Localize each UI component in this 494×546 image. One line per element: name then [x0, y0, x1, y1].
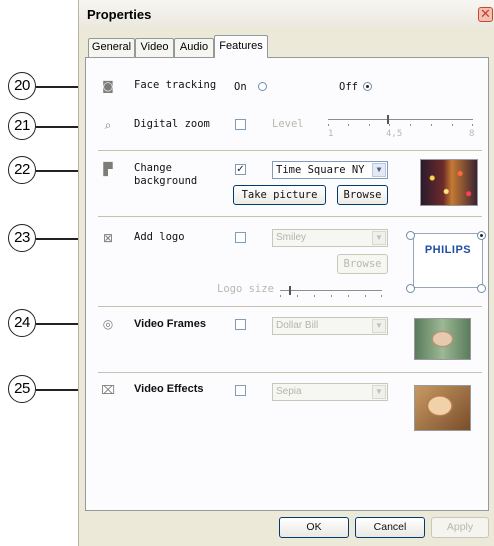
video-effects-label: Video Effects: [134, 383, 204, 395]
magnifier-icon: ⌕: [104, 118, 112, 132]
chevron-down-icon[interactable]: ▼: [372, 385, 386, 399]
divider: [98, 372, 482, 373]
logo-size-tick: [314, 295, 315, 297]
divider: [98, 216, 482, 217]
digital-zoom-label: Digital zoom: [134, 118, 210, 130]
video-frames-label: Video Frames: [134, 318, 206, 330]
logo-select[interactable]: Smiley ▼: [272, 229, 388, 247]
video-effects-preview-image: [414, 385, 471, 431]
logo-position-top-left[interactable]: [406, 231, 415, 240]
zoom-level-thumb[interactable]: [387, 115, 389, 124]
callout-20: 20: [8, 72, 36, 100]
logo-position-bottom-right[interactable]: [477, 284, 486, 293]
add-logo-checkbox[interactable]: [235, 232, 246, 243]
logo-position-bottom-left[interactable]: [406, 284, 415, 293]
logo-size-tick: [280, 295, 281, 297]
callout-24: 24: [8, 309, 36, 337]
properties-window: Properties ✕ General Video Audio Feature…: [78, 0, 494, 546]
logo-preview-text: PHILIPS: [424, 244, 472, 256]
divider: [98, 306, 482, 307]
video-frames-checkbox[interactable]: [235, 319, 246, 330]
background-select[interactable]: Time Square NY ▼: [272, 161, 388, 179]
video-effects-checkbox[interactable]: [235, 385, 246, 396]
zoom-tick: [452, 124, 453, 126]
face-tracking-label: Face tracking: [134, 79, 217, 91]
logo-size-thumb[interactable]: [289, 286, 291, 295]
divider: [98, 150, 482, 151]
zoom-tick: [369, 124, 370, 126]
zoom-tick: [472, 124, 473, 126]
features-panel: ◙ Face tracking On Off ⌕ Digital zoom Le…: [85, 57, 489, 511]
close-icon[interactable]: ✕: [478, 7, 493, 22]
logo-preview: PHILIPS: [413, 233, 483, 288]
zoom-tick: [431, 124, 432, 126]
background-browse-button[interactable]: Browse: [337, 185, 388, 205]
video-frames-select-value: Dollar Bill: [276, 320, 319, 331]
face-tracking-on-radio[interactable]: [258, 82, 267, 91]
logo-icon: ⊠: [102, 231, 114, 245]
window-title: Properties: [87, 7, 152, 22]
tab-audio[interactable]: Audio: [174, 38, 214, 57]
background-icon: ▛: [103, 162, 113, 176]
logo-size-tick: [365, 295, 366, 297]
zoom-tick: [348, 124, 349, 126]
apply-button[interactable]: Apply: [431, 517, 489, 538]
zoom-tick: [389, 124, 390, 126]
video-frames-preview-image: [414, 318, 471, 360]
logo-size-tick: [297, 295, 298, 297]
zoom-level-slider[interactable]: [328, 119, 473, 120]
ok-button[interactable]: OK: [279, 517, 349, 538]
change-background-checkbox[interactable]: ✓: [235, 164, 246, 175]
logo-browse-button[interactable]: Browse: [337, 254, 388, 274]
zoom-tick-max: 8: [469, 129, 475, 139]
callout-21: 21: [8, 112, 36, 140]
effects-icon: ⌧: [101, 383, 115, 397]
face-tracking-off-label: Off: [339, 81, 358, 93]
zoom-tick-mid: 4,5: [386, 129, 403, 139]
take-picture-button[interactable]: Take picture: [233, 185, 326, 205]
cancel-button[interactable]: Cancel: [355, 517, 425, 538]
logo-size-tick: [331, 295, 332, 297]
face-tracking-on-label: On: [234, 81, 247, 93]
change-background-label-1: Change: [134, 162, 172, 174]
logo-size-label: Logo size: [217, 283, 274, 295]
background-select-value: Time Square NY: [276, 164, 365, 176]
digital-zoom-checkbox[interactable]: [235, 119, 246, 130]
zoom-tick: [328, 124, 329, 126]
chevron-down-icon[interactable]: ▼: [372, 319, 386, 333]
background-preview-image: [420, 159, 478, 206]
callout-23: 23: [8, 224, 36, 252]
video-effects-select-value: Sepia: [276, 386, 302, 397]
chevron-down-icon[interactable]: ▼: [372, 231, 386, 245]
zoom-tick-min: 1: [328, 129, 334, 139]
video-frames-select[interactable]: Dollar Bill ▼: [272, 317, 388, 335]
logo-select-value: Smiley: [276, 232, 307, 243]
tab-features[interactable]: Features: [214, 35, 268, 58]
logo-position-top-right[interactable]: [477, 231, 486, 240]
chevron-down-icon[interactable]: ▼: [372, 163, 386, 177]
tab-video[interactable]: Video: [135, 38, 174, 57]
logo-size-tick: [348, 295, 349, 297]
face-tracking-icon: ◙: [102, 79, 114, 93]
frame-icon: ◎: [102, 317, 114, 331]
zoom-tick: [410, 124, 411, 126]
logo-size-slider[interactable]: [280, 290, 382, 291]
add-logo-label: Add logo: [134, 231, 185, 243]
tab-general[interactable]: General: [88, 38, 135, 57]
callout-22: 22: [8, 156, 36, 184]
callout-25: 25: [8, 375, 36, 403]
title-bar[interactable]: Properties ✕: [79, 0, 494, 28]
logo-size-tick: [381, 295, 382, 297]
change-background-label-2: background: [134, 175, 198, 187]
zoom-level-label: Level: [272, 118, 304, 130]
face-tracking-off-radio[interactable]: [363, 82, 372, 91]
video-effects-select[interactable]: Sepia ▼: [272, 383, 388, 401]
